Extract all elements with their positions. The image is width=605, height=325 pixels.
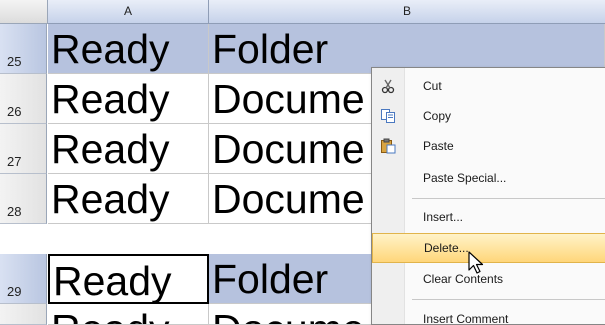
column-header-b[interactable]: B [209, 0, 605, 24]
menu-item-paste[interactable]: Paste [372, 131, 605, 161]
scissors-icon [381, 79, 395, 94]
row-header-28[interactable]: 28 [0, 174, 47, 224]
paste-icon [381, 138, 396, 154]
menu-item-label: Paste [423, 139, 454, 153]
column-header-a[interactable]: A [48, 0, 209, 24]
menu-item-label: Insert Comment [423, 312, 509, 325]
menu-item-copy[interactable]: Copy [372, 101, 605, 131]
cell-a27[interactable]: Ready [48, 124, 209, 174]
cell-a26[interactable]: Ready [48, 74, 209, 124]
row-header-30[interactable] [0, 304, 47, 325]
menu-item-label: Clear Contents [423, 272, 504, 286]
cell-a25[interactable]: Ready [48, 24, 209, 74]
menu-item-clear-contents[interactable]: Clear Contents [372, 264, 605, 294]
menu-item-label: Cut [423, 79, 442, 93]
menu-item-delete[interactable]: Delete... [372, 233, 605, 263]
copy-icon [381, 109, 395, 123]
row-header-29[interactable]: 29 [0, 254, 47, 304]
row-header-27[interactable]: 27 [0, 124, 47, 174]
mouse-pointer-icon [468, 251, 484, 274]
select-all-corner[interactable] [0, 0, 48, 24]
row-header-25[interactable]: 25 [0, 24, 47, 74]
menu-item-cut[interactable]: Cut [372, 71, 605, 101]
cell-a30[interactable]: Ready [48, 304, 209, 325]
context-menu: Cut Copy Paste Paste Special... Insert..… [371, 67, 605, 325]
cell-a29-active[interactable]: Ready [48, 254, 209, 304]
row-header-26[interactable]: 26 [0, 74, 47, 124]
menu-item-label: Insert... [423, 210, 464, 224]
menu-item-paste-special[interactable]: Paste Special... [372, 163, 605, 193]
menu-separator [412, 299, 605, 300]
menu-item-insert-comment[interactable]: Insert Comment [372, 304, 605, 325]
menu-item-insert[interactable]: Insert... [372, 202, 605, 232]
menu-item-label: Delete... [424, 241, 469, 255]
menu-separator [412, 198, 605, 199]
menu-item-label: Copy [423, 109, 452, 123]
cell-a28[interactable]: Ready [48, 174, 209, 224]
menu-item-label: Paste Special... [423, 171, 507, 185]
